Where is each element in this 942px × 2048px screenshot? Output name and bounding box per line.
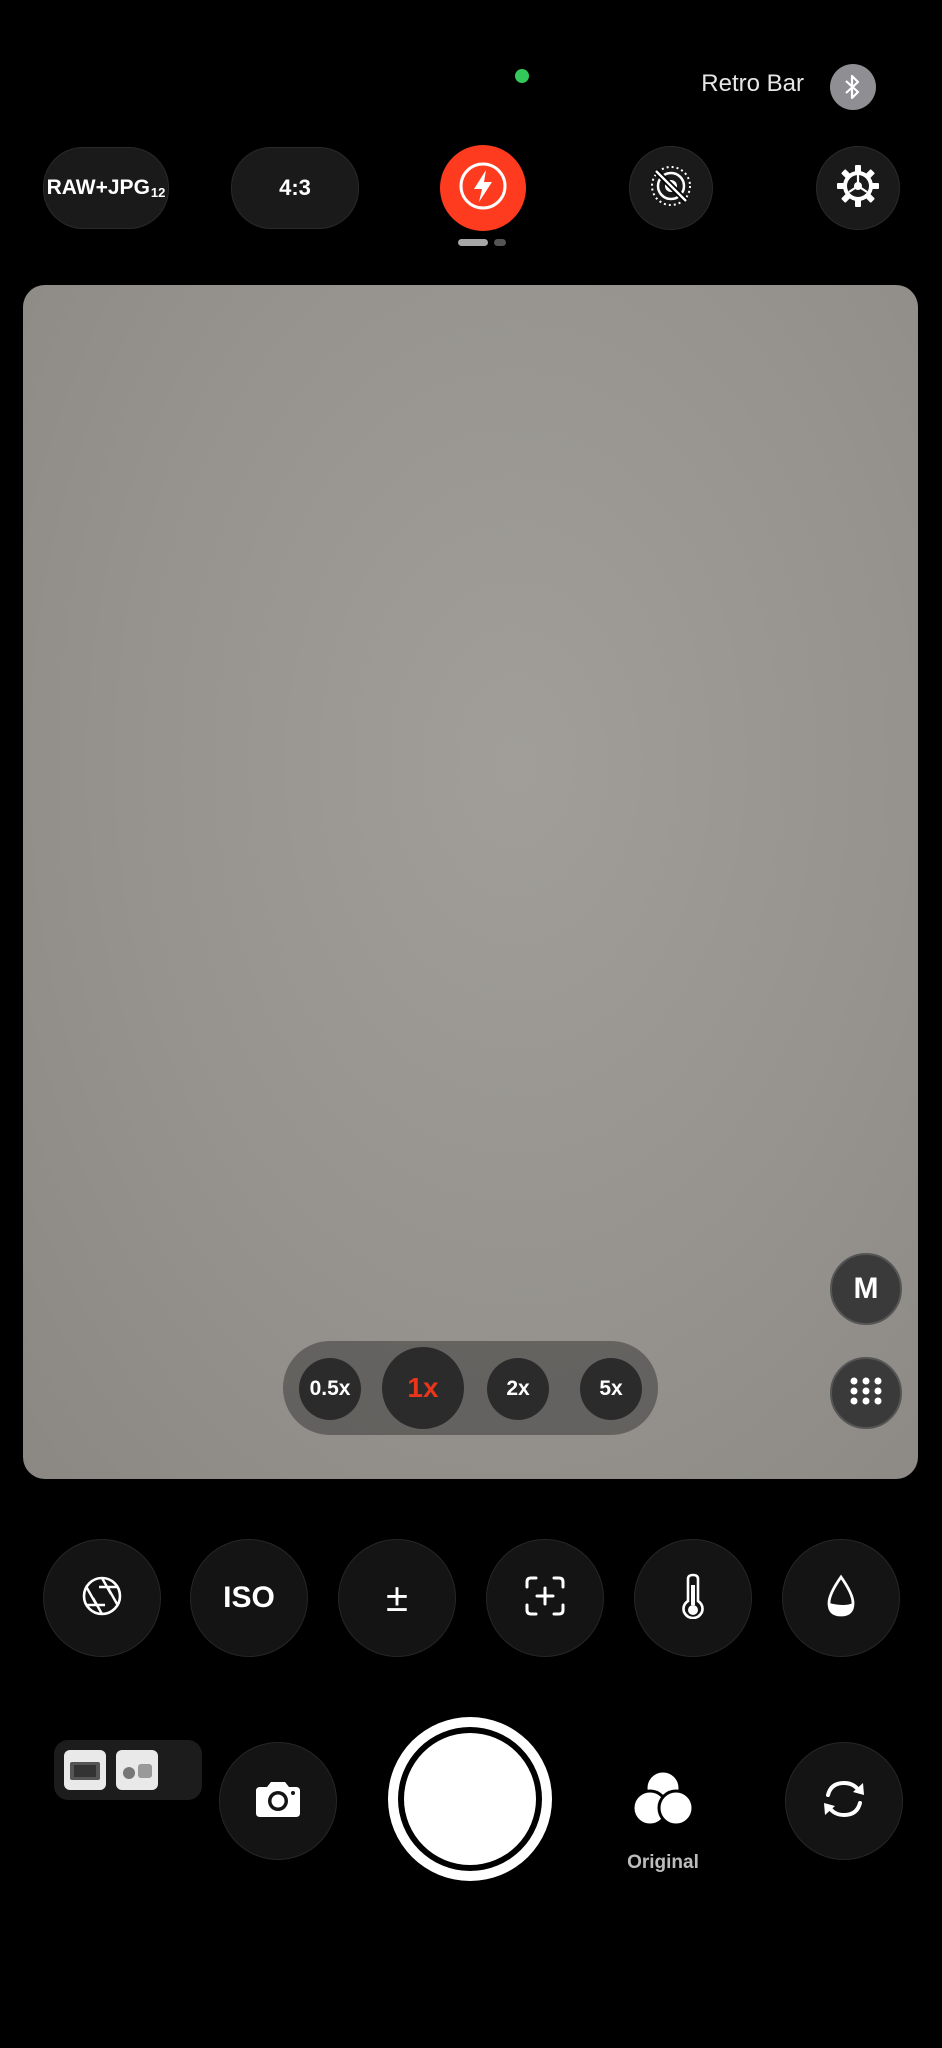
filter-label: Original xyxy=(627,1852,699,1873)
focus-button[interactable] xyxy=(486,1539,604,1657)
grid-icon xyxy=(848,1373,884,1414)
gallery-thumbnails-icon xyxy=(64,1750,106,1790)
live-photo-toggle[interactable] xyxy=(629,146,713,230)
white-balance-button[interactable] xyxy=(634,1539,752,1657)
format-sub-label: 12 xyxy=(150,184,166,200)
droplet-icon xyxy=(823,1574,859,1623)
aperture-button[interactable] xyxy=(43,1539,161,1657)
aperture-icon xyxy=(80,1574,124,1623)
gallery-button[interactable] xyxy=(54,1740,202,1800)
aspect-ratio-button[interactable]: 4:3 xyxy=(231,147,359,229)
format-label: RAW+JPG xyxy=(46,176,150,199)
page-indicator-active xyxy=(458,239,488,246)
camera-icon xyxy=(252,1779,304,1824)
live-photo-off-icon xyxy=(648,163,694,214)
tint-button[interactable] xyxy=(782,1539,900,1657)
flip-camera-button[interactable] xyxy=(785,1742,903,1860)
gallery-thumbnail-2 xyxy=(116,1750,158,1790)
settings-button[interactable] xyxy=(816,146,900,230)
exposure-button[interactable]: ± xyxy=(338,1539,456,1657)
zoom-2x-button[interactable]: 2x xyxy=(487,1358,549,1420)
bluetooth-icon[interactable] xyxy=(830,64,876,110)
flash-button[interactable] xyxy=(440,145,526,231)
grid-menu-button[interactable] xyxy=(830,1357,902,1429)
filter-circles-icon xyxy=(626,1769,700,1837)
iso-button[interactable]: ISO xyxy=(190,1539,308,1657)
camera-mode-button[interactable] xyxy=(219,1742,337,1860)
shutter-core[interactable] xyxy=(404,1733,536,1865)
flash-icon xyxy=(457,160,509,217)
device-name-label: Retro Bar xyxy=(701,70,804,97)
focus-plus-icon xyxy=(523,1574,567,1623)
zoom-5x-button[interactable]: 5x xyxy=(580,1358,642,1420)
zoom-0.5x-button[interactable]: 0.5x xyxy=(299,1358,361,1420)
camera-viewfinder[interactable] xyxy=(23,285,918,1479)
recording-indicator-dot xyxy=(515,69,529,83)
format-button[interactable]: RAW+JPG 12 xyxy=(43,147,169,229)
flip-camera-icon xyxy=(818,1775,870,1828)
thermometer-icon xyxy=(678,1573,708,1624)
page-indicator-inactive xyxy=(494,239,506,246)
zoom-1x-button[interactable]: 1x xyxy=(382,1347,464,1429)
gear-icon xyxy=(834,162,882,215)
manual-mode-button[interactable]: M xyxy=(830,1253,902,1325)
filter-button[interactable] xyxy=(626,1767,700,1833)
